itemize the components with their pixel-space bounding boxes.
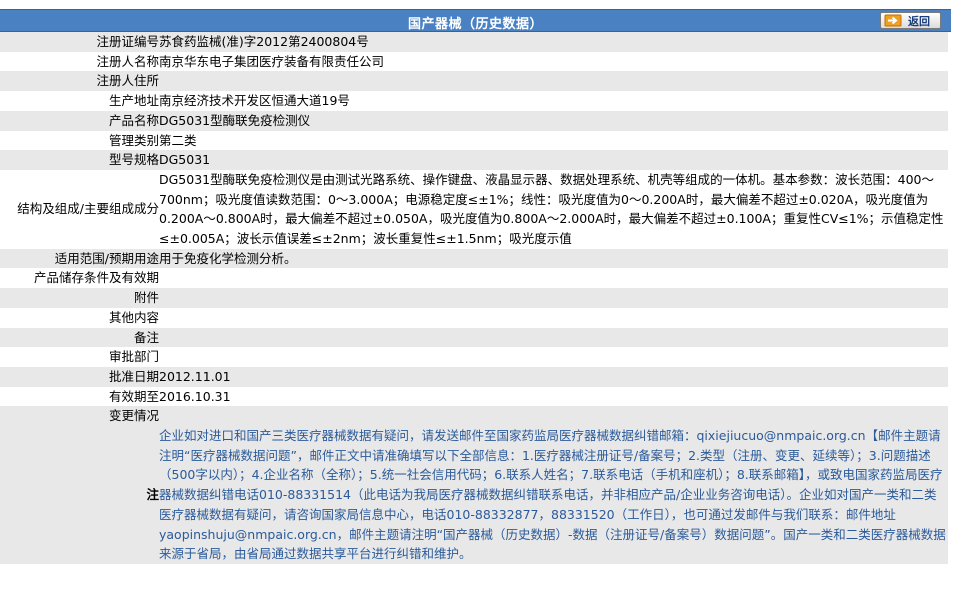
- table-row: 管理类别 第二类: [0, 130, 948, 151]
- table-row: 变更情况: [0, 406, 948, 427]
- field-value: DG5031型酶联免疫检测仪: [159, 110, 948, 131]
- field-label: 适用范围/预期用途: [0, 248, 159, 269]
- table-row: 注册证编号 苏食药监械(准)字2012第2400804号: [0, 32, 948, 52]
- table-row: 结构及组成/主要组成成分 DG5031型酶联免疫检测仪是由测试光路系统、操作键盘…: [0, 169, 948, 249]
- field-label: 注册人住所: [0, 71, 159, 92]
- field-value: 苏食药监械(准)字2012第2400804号: [159, 32, 948, 52]
- note-row: 注 企业如对进口和国产三类医疗器械数据有疑问，请发送邮件至国家药监局医疗器械数据…: [0, 426, 948, 564]
- field-value: 2016.10.31: [159, 386, 948, 407]
- table-row: 有效期至 2016.10.31: [0, 386, 948, 407]
- table-row: 备注: [0, 327, 948, 348]
- field-value: [159, 268, 948, 289]
- field-label: 审批部门: [0, 347, 159, 367]
- field-value: [159, 406, 948, 427]
- table-row: 注册人名称 南京华东电子集团医疗装备有限责任公司: [0, 51, 948, 72]
- field-label: 产品储存条件及有效期: [0, 268, 159, 289]
- field-label: 备注: [0, 327, 159, 348]
- field-label: 生产地址: [0, 91, 159, 111]
- field-label: 附件: [0, 288, 159, 308]
- table-row: 产品储存条件及有效期: [0, 268, 948, 289]
- field-value: 2012.11.01: [159, 366, 948, 387]
- table-row: 注册人住所: [0, 71, 948, 92]
- table-row: 批准日期 2012.11.01: [0, 366, 948, 387]
- table-row: 适用范围/预期用途 用于免疫化学检测分析。: [0, 248, 948, 269]
- field-label: 其他内容: [0, 307, 159, 328]
- info-table: 注册证编号 苏食药监械(准)字2012第2400804号 注册人名称 南京华东电…: [0, 32, 948, 564]
- field-value: [159, 71, 948, 92]
- field-label: 型号规格: [0, 150, 159, 170]
- table-row: 其他内容: [0, 307, 948, 328]
- field-label: 有效期至: [0, 386, 159, 407]
- table-row: 生产地址 南京经济技术开发区恒通大道19号: [0, 91, 948, 111]
- field-value: 南京经济技术开发区恒通大道19号: [159, 91, 948, 111]
- field-value: 用于免疫化学检测分析。: [159, 248, 948, 269]
- note-text: 企业如对进口和国产三类医疗器械数据有疑问，请发送邮件至国家药监局医疗器械数据纠错…: [159, 426, 948, 564]
- table-row: 产品名称 DG5031型酶联免疫检测仪: [0, 110, 948, 131]
- back-button[interactable]: 返回: [880, 12, 941, 29]
- table-row: 型号规格 DG5031: [0, 150, 948, 170]
- back-button-label: 返回: [908, 14, 930, 28]
- field-value: [159, 307, 948, 328]
- page-title: 国产器械（历史数据）: [407, 17, 543, 32]
- field-label: 批准日期: [0, 366, 159, 387]
- field-label: 注册人名称: [0, 51, 159, 72]
- arrow-right-icon: [884, 14, 902, 27]
- note-label: 注: [0, 426, 159, 564]
- field-value: 南京华东电子集团医疗装备有限责任公司: [159, 51, 948, 72]
- field-label: 结构及组成/主要组成成分: [0, 169, 159, 249]
- field-value: 第二类: [159, 130, 948, 151]
- field-value: DG5031: [159, 150, 948, 170]
- field-label: 变更情况: [0, 406, 159, 427]
- table-row: 附件: [0, 288, 948, 308]
- field-value: [159, 288, 948, 308]
- field-value: DG5031型酶联免疫检测仪是由测试光路系统、操作键盘、液晶显示器、数据处理系统…: [159, 169, 948, 249]
- title-bar: 国产器械（历史数据） 返回: [0, 9, 951, 32]
- field-label: 注册证编号: [0, 32, 159, 52]
- field-label: 产品名称: [0, 110, 159, 131]
- field-value: [159, 327, 948, 348]
- field-label: 管理类别: [0, 130, 159, 151]
- field-value: [159, 347, 948, 367]
- table-row: 审批部门: [0, 347, 948, 367]
